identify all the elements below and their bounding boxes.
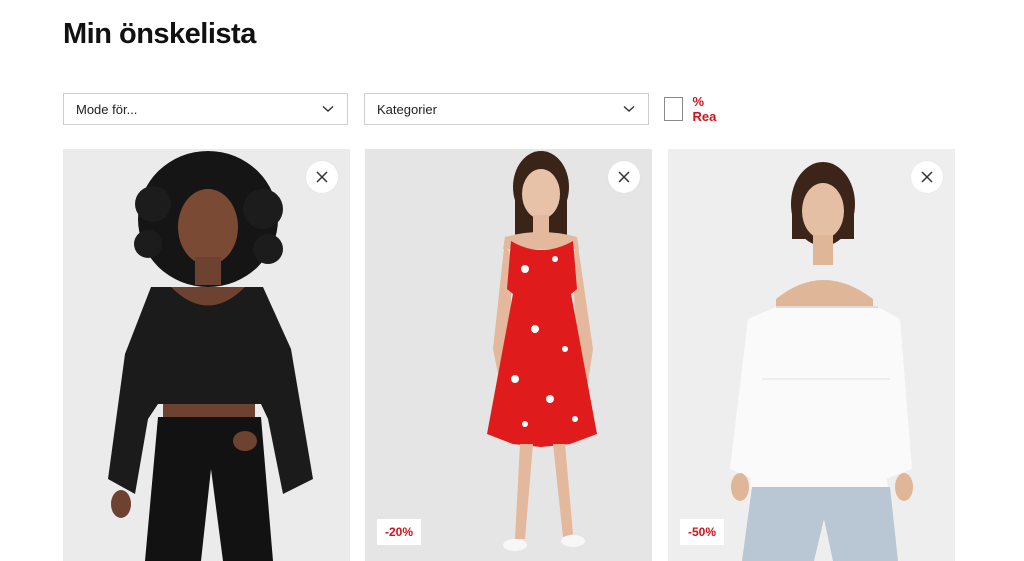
chevron-down-icon	[622, 102, 636, 116]
page-title: Min önskelista	[63, 18, 256, 50]
product-image	[668, 149, 955, 561]
product-card[interactable]: -50%	[668, 149, 955, 561]
product-card[interactable]: -20%	[365, 149, 652, 561]
gender-dropdown[interactable]: Mode för...	[63, 93, 348, 125]
discount-badge: -50%	[680, 519, 725, 545]
wishlist-page: Min önskelista Mode för... Kategorier % …	[0, 0, 1024, 561]
gender-dropdown-label: Mode för...	[76, 101, 138, 117]
sale-filter[interactable]: % Rea	[664, 94, 722, 124]
remove-from-wishlist-button[interactable]	[306, 161, 338, 193]
close-icon	[921, 171, 933, 183]
close-icon	[316, 171, 328, 183]
product-card[interactable]	[63, 149, 350, 561]
close-icon	[618, 171, 630, 183]
category-dropdown-label: Kategorier	[377, 101, 437, 117]
chevron-down-icon	[321, 102, 335, 116]
sale-label: % Rea	[692, 94, 717, 124]
remove-from-wishlist-button[interactable]	[911, 161, 943, 193]
sale-checkbox[interactable]	[664, 97, 683, 121]
remove-from-wishlist-button[interactable]	[608, 161, 640, 193]
product-image	[365, 149, 652, 561]
category-dropdown[interactable]: Kategorier	[364, 93, 649, 125]
discount-badge: -20%	[377, 519, 422, 545]
product-image	[63, 149, 350, 561]
